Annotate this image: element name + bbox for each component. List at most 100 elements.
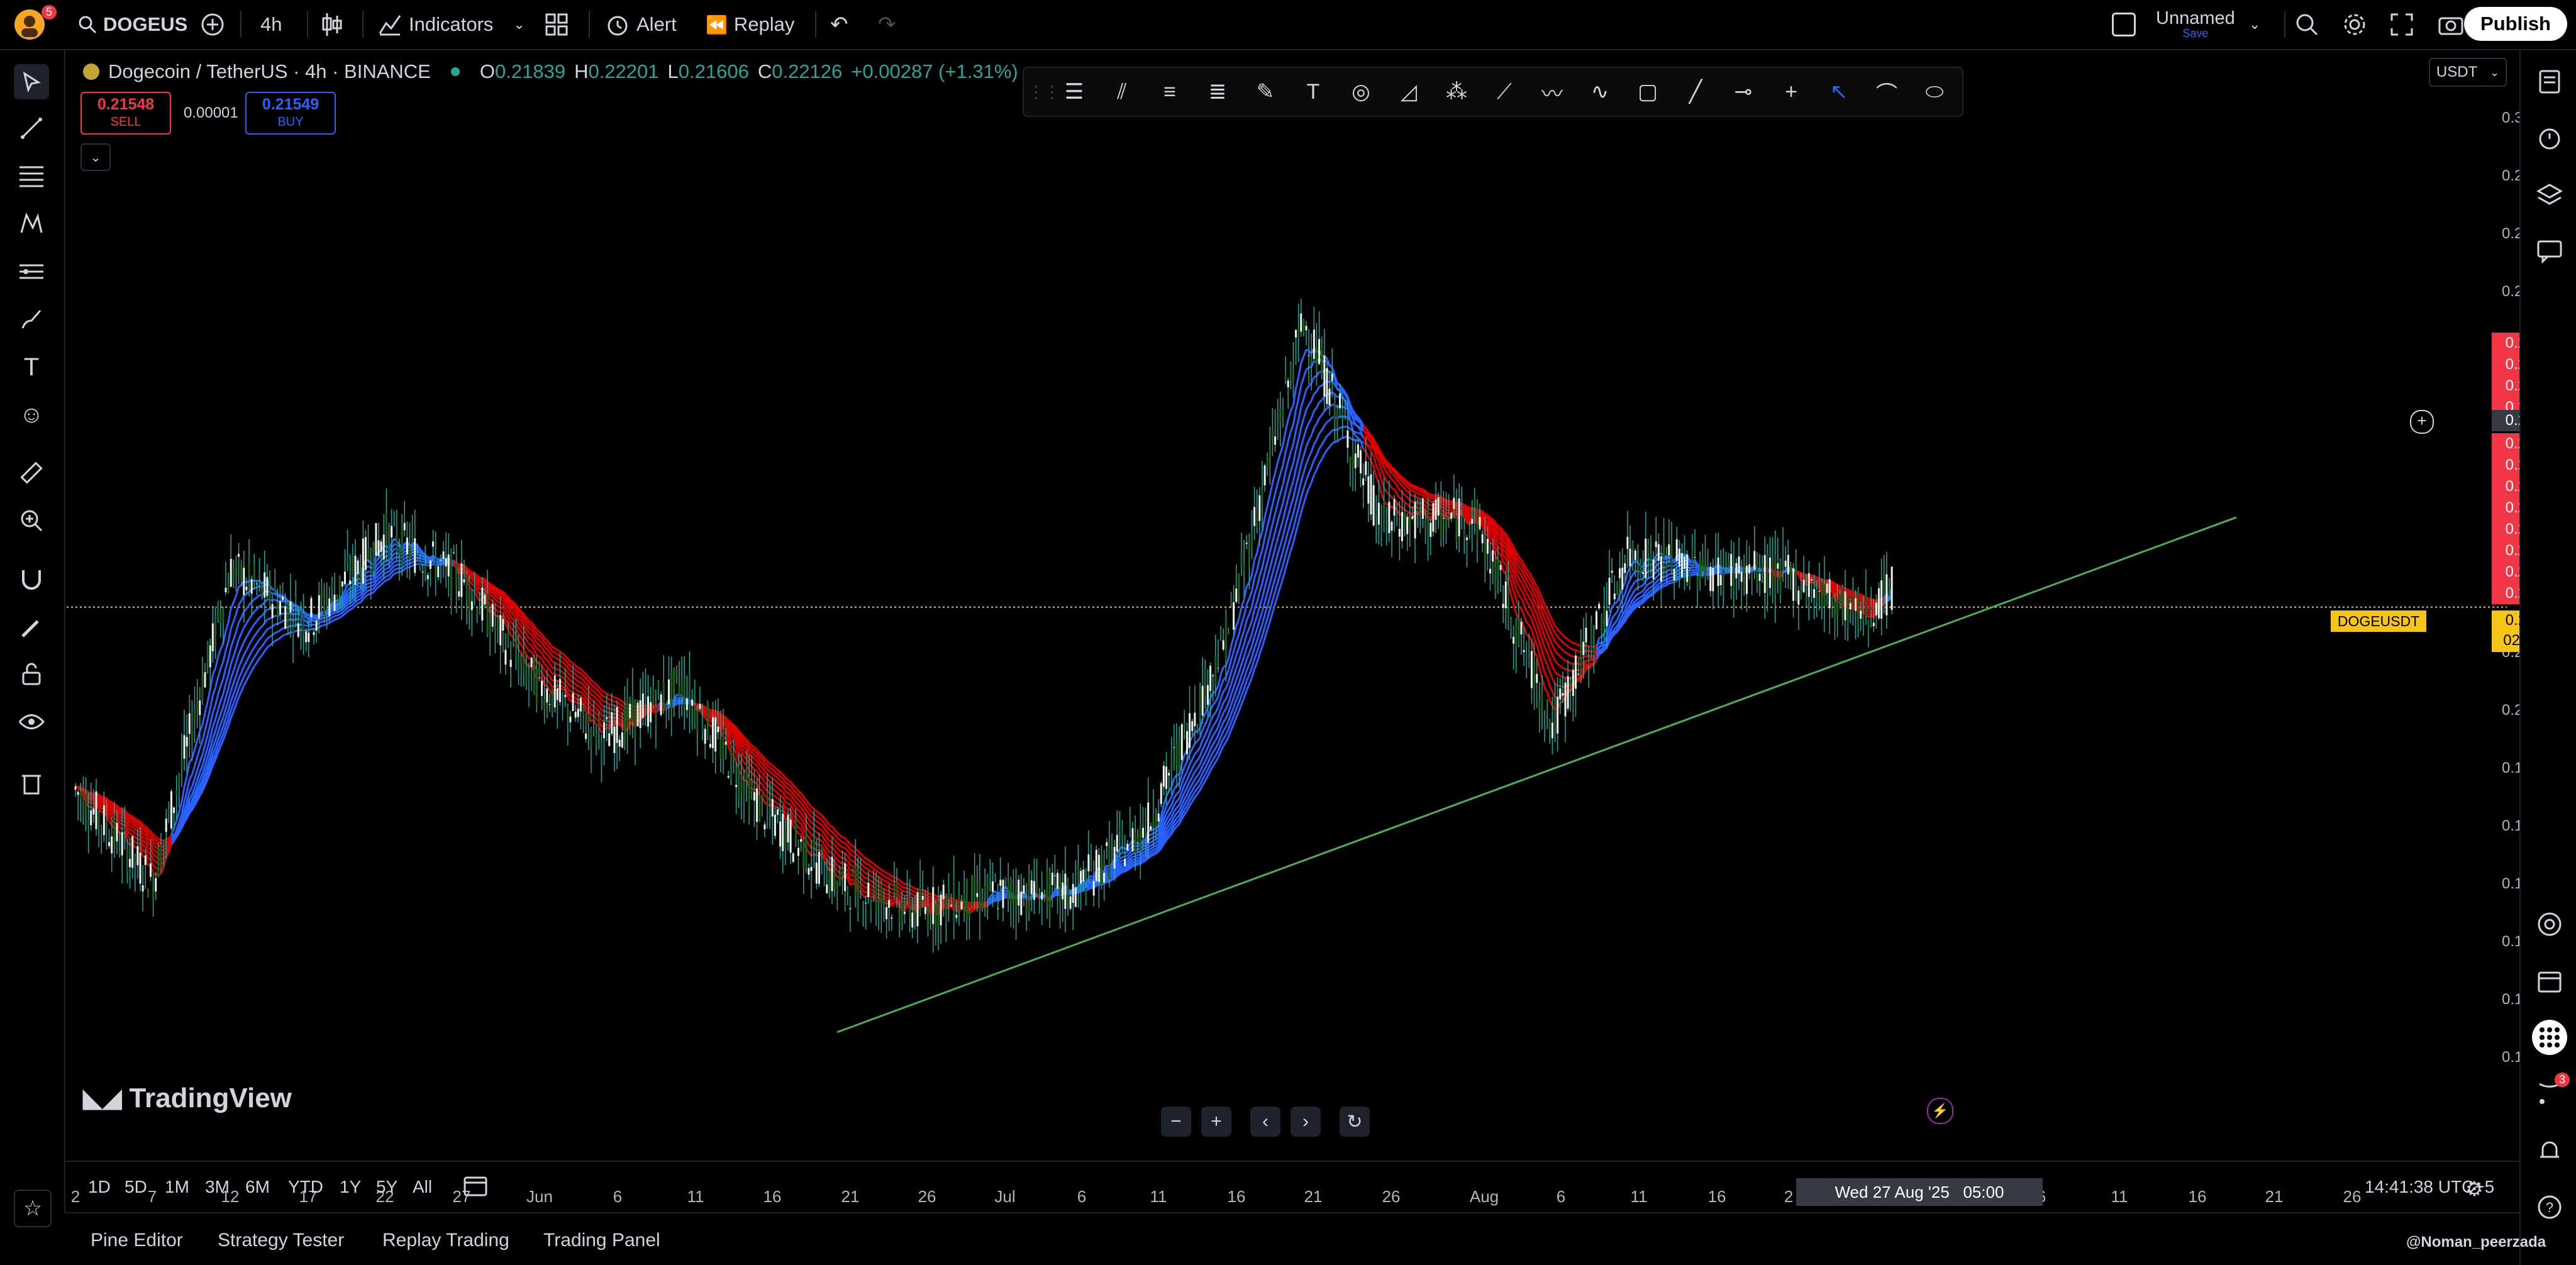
replay-button[interactable]: ⏪ Replay <box>706 9 794 40</box>
ribbon-segment <box>1122 867 1125 870</box>
cursor-tool[interactable] <box>14 64 49 99</box>
ribbon-segment <box>1196 763 1201 769</box>
snapshot-button[interactable] <box>2438 9 2464 40</box>
ribbon-segment <box>1243 647 1248 658</box>
price-chart[interactable] <box>67 52 2507 1158</box>
ribbon-segment <box>1302 349 1307 357</box>
ribbon-segment <box>1227 714 1232 722</box>
ribbon-segment <box>243 637 248 643</box>
hide-drawings-tool[interactable] <box>14 704 49 739</box>
layout-checkbox[interactable] <box>2112 9 2136 40</box>
ribbon-segment <box>1277 529 1282 539</box>
ribbon-segment <box>1406 485 1411 490</box>
ribbon-segment <box>1243 634 1248 645</box>
undo-button[interactable]: ↶ <box>830 9 848 40</box>
ribbon-segment <box>546 659 551 665</box>
favorites-button[interactable]: ☆ <box>14 1190 52 1227</box>
emoji-tool[interactable]: ☺ <box>14 397 49 433</box>
quick-search-button[interactable] <box>2294 9 2319 40</box>
ribbon-segment <box>1245 653 1250 660</box>
ribbon-segment <box>1284 531 1289 542</box>
trendline-tool[interactable] <box>14 111 49 146</box>
ribbon-segment <box>1287 522 1292 532</box>
layouts-button[interactable] <box>545 9 569 40</box>
ribbon-segment <box>1248 633 1253 642</box>
ribbon-segment <box>1214 696 1219 702</box>
ribbon-segment <box>194 756 199 766</box>
ribbon-segment <box>1313 423 1318 429</box>
layout-menu-chevron[interactable]: ⌄ <box>2249 9 2260 40</box>
ribbon-segment <box>1201 768 1206 774</box>
ribbon-segment <box>256 594 260 599</box>
ribbon-segment <box>596 693 600 697</box>
ribbon-segment <box>575 683 579 687</box>
chart-pane[interactable]: Dogecoin / TetherUS · 4h · BINANCE O0.21… <box>67 52 2573 1206</box>
ribbon-segment <box>1180 792 1185 799</box>
smiley-icon: ☺ <box>19 401 44 428</box>
ribbon-segment <box>1233 679 1238 688</box>
lock-drawings-tool[interactable] <box>14 656 49 692</box>
layout-name-menu[interactable]: Unnamed Save <box>2156 9 2235 40</box>
compare-symbol-button[interactable] <box>200 9 225 40</box>
ribbon-segment <box>1598 650 1602 654</box>
ribbon-segment <box>1497 530 1501 534</box>
forecast-tool[interactable] <box>14 254 49 289</box>
ribbon-segment <box>375 566 380 572</box>
ribbon-segment <box>232 662 237 671</box>
ribbon-segment <box>1256 576 1261 587</box>
ribbon-segment <box>1191 753 1196 760</box>
symbol-search[interactable]: DOGEUS <box>78 9 187 40</box>
ribbon-segment <box>1635 593 1639 597</box>
ribbon-segment <box>492 592 496 597</box>
ribbon-segment <box>548 676 553 682</box>
interval-button[interactable]: 4h <box>260 9 282 40</box>
ribbon-segment <box>536 637 540 641</box>
ribbon-segment <box>227 647 232 660</box>
ribbon-segment <box>1513 604 1518 614</box>
ribbon-segment <box>567 667 572 671</box>
pattern-tool[interactable] <box>14 206 49 241</box>
brush-tool[interactable] <box>14 302 49 337</box>
ribbon-segment <box>1355 434 1359 439</box>
undo-icon: ↶ <box>830 13 848 36</box>
ribbon-segment <box>1518 585 1523 590</box>
ribbon-segment <box>789 799 794 805</box>
fullscreen-button[interactable] <box>2390 9 2414 40</box>
keep-drawing-tool[interactable] <box>14 610 49 645</box>
ribbon-segment <box>1243 620 1248 631</box>
fib-tool[interactable] <box>14 158 49 194</box>
zoom-tool[interactable] <box>14 503 49 538</box>
settings-button[interactable] <box>2342 9 2367 40</box>
ribbon-segment <box>1240 615 1245 624</box>
alert-button[interactable]: Alert <box>605 9 677 40</box>
redo-button[interactable]: ↷ <box>878 9 896 40</box>
ribbon-segment <box>1637 600 1641 604</box>
ribbon-segment <box>1261 614 1266 625</box>
ribbon-segment <box>248 639 253 646</box>
magnet-tool[interactable] <box>14 562 49 597</box>
ribbon-segment <box>528 627 532 631</box>
lock-icon <box>22 663 41 685</box>
remove-drawings-tool[interactable] <box>14 766 49 801</box>
ribbon-segment <box>230 683 235 692</box>
ribbon-segment <box>826 842 831 848</box>
avatar[interactable]: 5 <box>13 5 57 40</box>
ribbon-segment <box>575 688 579 692</box>
ribbon-segment <box>1245 614 1250 621</box>
chart-type-button[interactable] <box>321 9 343 40</box>
publish-button[interactable]: Publish <box>2464 7 2567 41</box>
text-tool[interactable]: T <box>14 350 49 385</box>
ribbon-segment <box>1640 590 1644 594</box>
ribbon-segment <box>1614 619 1618 624</box>
ribbon-segment <box>494 599 499 603</box>
indicators-button[interactable]: Indicators ⌄ <box>377 9 525 40</box>
measure-tool[interactable] <box>14 455 49 490</box>
ribbon-segment <box>1385 465 1390 470</box>
ribbon-segment <box>1557 663 1561 667</box>
ribbon-segment <box>1248 606 1253 615</box>
ribbon-segment <box>538 644 543 648</box>
ribbon-segment <box>1204 747 1209 754</box>
ribbon-segment <box>1287 431 1292 442</box>
ribbon-segment <box>1316 417 1320 424</box>
ribbon-segment <box>1541 638 1546 648</box>
